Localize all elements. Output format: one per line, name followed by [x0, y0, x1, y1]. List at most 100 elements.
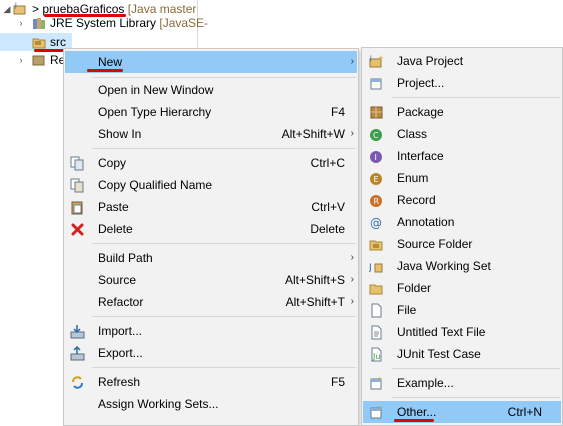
menu-item-refresh[interactable]: Refresh F5 — [65, 371, 357, 393]
submenu-item-untitled-text-file[interactable]: Untitled Text File — [363, 321, 561, 343]
menu-shortcut: Alt+Shift+S — [284, 273, 345, 287]
submenu-item-source-folder[interactable]: Source Folder — [363, 233, 561, 255]
copy-icon — [70, 156, 84, 171]
menu-item-import[interactable]: Import... — [65, 320, 357, 342]
menu-label: Open Type Hierarchy — [98, 105, 212, 119]
delete-icon — [71, 223, 84, 236]
source-folder-icon — [369, 240, 383, 251]
submenu-item-other[interactable]: * Other... Ctrl+N — [363, 401, 561, 423]
menu-label: Source — [98, 273, 137, 287]
new-submenu: J + Java Project Project... Package C Cla… — [361, 47, 563, 426]
red-annotation-underline — [394, 419, 434, 422]
svg-text:J: J — [14, 2, 17, 9]
submenu-item-annotation[interactable]: @ Annotation — [363, 211, 561, 233]
junit-icon: Ju — [371, 347, 382, 362]
submenu-item-enum[interactable]: E Enum — [363, 167, 561, 189]
menu-item-build-path[interactable]: Build Path › — [65, 247, 357, 269]
menu-separator — [392, 397, 560, 398]
menu-shortcut: F4 — [330, 105, 345, 119]
menu-label: Java Project — [397, 54, 464, 68]
menu-label: Copy — [98, 156, 127, 170]
refresh-icon — [72, 376, 83, 389]
menu-item-paste[interactable]: Paste Ctrl+V — [65, 196, 357, 218]
submenu-arrow-icon: › — [350, 128, 354, 139]
submenu-item-folder[interactable]: Folder — [363, 277, 561, 299]
menu-separator — [392, 97, 560, 98]
menu-shortcut: F5 — [330, 375, 345, 389]
submenu-item-java-project[interactable]: J + Java Project — [363, 50, 561, 72]
other-wizard-icon: * — [370, 405, 382, 419]
submenu-item-class[interactable]: C Class — [363, 123, 561, 145]
submenu-arrow-icon: › — [350, 56, 354, 67]
menu-separator — [92, 367, 356, 368]
menu-shortcut: Alt+Shift+W — [281, 127, 345, 141]
svg-text:@: @ — [370, 216, 382, 230]
submenu-item-java-working-set[interactable]: J Java Working Set — [363, 255, 561, 277]
collapsed-chevron-icon[interactable]: › — [16, 51, 26, 69]
menu-item-delete[interactable]: Delete Delete — [65, 218, 357, 240]
menu-item-open-type-hierarchy[interactable]: Open Type Hierarchy F4 — [65, 101, 357, 123]
menu-shortcut: Delete — [310, 222, 345, 236]
menu-separator — [92, 316, 356, 317]
git-dirty-prefix: > — [32, 2, 43, 16]
menu-separator — [92, 77, 356, 78]
submenu-item-file[interactable]: File — [363, 299, 561, 321]
svg-text:I: I — [375, 153, 377, 162]
package-icon — [370, 106, 383, 119]
submenu-item-project[interactable]: Project... — [363, 72, 561, 94]
interface-icon: I — [370, 151, 382, 163]
menu-label: Export... — [98, 346, 143, 360]
annotation-icon: @ — [370, 216, 382, 230]
menu-item-copy[interactable]: Copy Ctrl+C — [65, 152, 357, 174]
expanded-chevron-icon[interactable]: ◢ — [2, 0, 12, 18]
submenu-item-package[interactable]: Package — [363, 101, 561, 123]
menu-label: Untitled Text File — [397, 325, 486, 339]
menu-shortcut: Ctrl+N — [507, 405, 542, 419]
menu-label: Copy Qualified Name — [98, 178, 213, 192]
menu-label: Java Working Set — [397, 259, 491, 273]
new-project-icon — [370, 78, 382, 90]
menu-label: Import... — [98, 324, 143, 338]
collapsed-chevron-icon[interactable]: › — [16, 14, 26, 32]
submenu-item-record[interactable]: R Record — [363, 189, 561, 211]
menu-separator — [92, 243, 356, 244]
menu-label: Refactor — [98, 295, 144, 309]
working-set-icon: J — [369, 263, 383, 273]
menu-label: Annotation — [397, 215, 455, 229]
jre-label: JRE System Library — [50, 16, 157, 30]
svg-text:R: R — [374, 197, 380, 206]
menu-shortcut: Ctrl+V — [311, 200, 345, 214]
text-file-icon — [371, 325, 382, 340]
svg-text:J: J — [369, 55, 372, 62]
menu-separator — [392, 368, 560, 369]
record-icon: R — [370, 195, 382, 207]
menu-label: Open in New Window — [98, 83, 214, 97]
menu-label: Interface — [397, 149, 444, 163]
menu-item-open-new-window[interactable]: Open in New Window — [65, 79, 357, 101]
menu-item-copy-qualified-name[interactable]: Copy Qualified Name — [65, 174, 357, 196]
menu-label: Source Folder — [397, 237, 473, 251]
svg-text:J: J — [369, 263, 372, 273]
submenu-item-example[interactable]: * Example... — [363, 372, 561, 394]
menu-item-refactor[interactable]: Refactor Alt+Shift+T › — [65, 291, 357, 313]
menu-label: Record — [397, 193, 436, 207]
menu-item-export[interactable]: Export... — [65, 342, 357, 364]
menu-label: Paste — [98, 200, 129, 214]
folder-icon — [369, 284, 383, 295]
menu-item-show-in[interactable]: Show In Alt+Shift+W › — [65, 123, 357, 145]
referenced-libraries-icon — [32, 55, 45, 66]
source-folder-icon — [32, 38, 46, 49]
menu-item-assign-working-sets[interactable]: Assign Working Sets... — [65, 393, 357, 415]
menu-label: Refresh — [98, 375, 141, 389]
menu-label: Delete — [98, 222, 133, 236]
menu-label: Assign Working Sets... — [98, 397, 219, 411]
svg-text:E: E — [374, 175, 379, 184]
example-icon: * — [370, 376, 382, 390]
menu-label: File — [397, 303, 417, 317]
submenu-item-junit-test-case[interactable]: Ju JUnit Test Case — [363, 343, 561, 365]
menu-label: Package — [397, 105, 444, 119]
library-icon — [33, 18, 45, 29]
menu-shortcut: Alt+Shift+T — [285, 295, 345, 309]
menu-item-source[interactable]: Source Alt+Shift+S › — [65, 269, 357, 291]
submenu-item-interface[interactable]: I Interface — [363, 145, 561, 167]
